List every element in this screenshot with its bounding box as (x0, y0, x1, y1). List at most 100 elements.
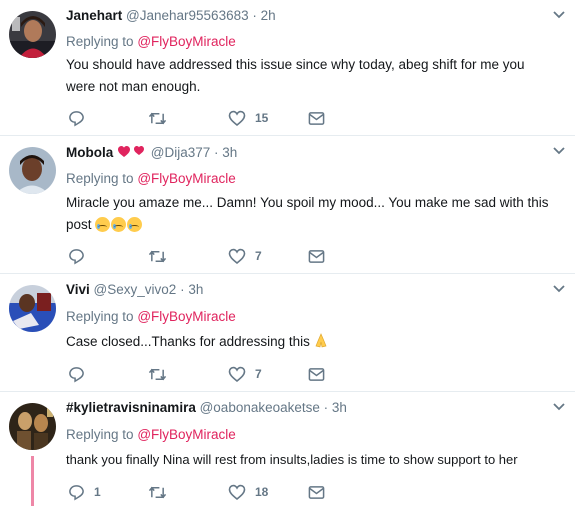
user-handle[interactable]: @Janehar95563683 (126, 8, 249, 23)
separator-dot: · (214, 145, 219, 160)
tweet-actions: 15 (66, 108, 366, 128)
user-handle[interactable]: @Sexy_vivo2 (94, 282, 177, 297)
like-button[interactable]: 7 (228, 364, 262, 384)
chevron-down-icon[interactable] (552, 146, 566, 156)
user-handle[interactable]: @Dija377 (151, 145, 210, 160)
mention-link[interactable]: @FlyBoyMiracle (137, 34, 235, 49)
avatar[interactable] (9, 403, 56, 450)
like-button[interactable]: 18 (228, 482, 268, 502)
avatar[interactable] (9, 11, 56, 58)
chevron-down-icon[interactable] (552, 10, 566, 20)
envelope-icon (308, 111, 325, 125)
like-count: 7 (255, 249, 262, 263)
tweet-header: Vivi @Sexy_vivo2 · 3h (66, 282, 203, 297)
reply-button[interactable] (68, 246, 94, 266)
reply-icon (69, 366, 84, 382)
tweet-text: thank you finally Nina will rest from in… (66, 449, 551, 471)
replying-to-label: Replying to (66, 427, 134, 442)
heart-icon (228, 110, 246, 126)
direct-message-button[interactable] (308, 108, 325, 128)
tweet[interactable]: Janehart @Janehar95563683 · 2h Replying … (0, 0, 575, 136)
mention-link[interactable]: @FlyBoyMiracle (137, 427, 235, 442)
heart-icon (228, 484, 246, 500)
replying-to: Replying to @FlyBoyMiracle (66, 34, 236, 49)
mention-link[interactable]: @FlyBoyMiracle (137, 171, 235, 186)
tweet[interactable]: Mobola @Dija377 · 3h Replying to @FlyBoy… (0, 136, 575, 274)
like-count: 18 (255, 485, 269, 499)
heart-icon (228, 366, 246, 382)
timestamp[interactable]: 3h (222, 145, 237, 160)
tweet-text-line: thank you finally Nina will rest from in… (66, 452, 518, 467)
envelope-icon (308, 485, 325, 499)
tweet-text-line: You should have addressed this issue sin… (66, 57, 525, 72)
tweet-actions: 7 (66, 246, 366, 266)
like-button[interactable]: 15 (228, 108, 268, 128)
avatar[interactable] (9, 147, 56, 194)
tweet-text-line-2: post (66, 214, 551, 236)
heart-icon (228, 248, 246, 264)
tweet-text-line: Miracle you amaze me... Damn! You spoil … (66, 195, 549, 210)
tweet-text-line: were not man enough. (66, 79, 201, 94)
like-button[interactable]: 7 (228, 246, 262, 266)
retweet-icon (148, 112, 167, 124)
display-name[interactable]: Janehart (66, 8, 122, 23)
crying-face-emoji (111, 217, 127, 232)
reply-button[interactable] (68, 108, 94, 128)
retweet-button[interactable] (148, 108, 176, 128)
tweet-text: You should have addressed this issue sin… (66, 54, 551, 98)
retweet-button[interactable] (148, 482, 176, 502)
like-count: 15 (255, 111, 269, 125)
direct-message-button[interactable] (308, 482, 325, 502)
timestamp[interactable]: 2h (261, 8, 276, 23)
reply-feed: Janehart @Janehar95563683 · 2h Replying … (0, 0, 575, 506)
tweet[interactable]: #kylietravisninamira @oabonakeoaketse · … (0, 392, 575, 506)
display-name[interactable]: Vivi (66, 282, 90, 297)
tweet[interactable]: Vivi @Sexy_vivo2 · 3h Replying to @FlyBo… (0, 274, 575, 392)
reply-count: 1 (94, 485, 101, 499)
separator-dot: · (180, 282, 185, 297)
retweet-button[interactable] (148, 364, 176, 384)
chevron-down-icon[interactable] (552, 402, 566, 412)
user-handle[interactable]: @oabonakeoaketse (200, 400, 320, 415)
tweet-actions: 7 (66, 364, 366, 384)
separator-dot: · (323, 400, 329, 415)
timestamp[interactable]: 3h (332, 400, 347, 415)
retweet-button[interactable] (148, 246, 176, 266)
crying-face-emoji (95, 217, 111, 232)
tweet-actions: 1 18 (66, 482, 366, 502)
display-name[interactable]: Mobola (66, 145, 113, 160)
display-name[interactable]: #kylietravisninamira (66, 400, 196, 415)
replying-to: Replying to @FlyBoyMiracle (66, 171, 236, 186)
direct-message-button[interactable] (308, 246, 325, 266)
replying-to-label: Replying to (66, 171, 134, 186)
retweet-icon (148, 486, 167, 498)
direct-message-button[interactable] (308, 364, 325, 384)
tweet-header: #kylietravisninamira @oabonakeoaketse · … (66, 400, 347, 415)
tweet-text: Miracle you amaze me... Damn! You spoil … (66, 192, 551, 236)
reply-icon (69, 248, 84, 264)
reply-button[interactable] (68, 364, 94, 384)
envelope-icon (308, 367, 325, 381)
reply-button[interactable]: 1 (68, 482, 101, 502)
avatar[interactable] (9, 285, 56, 332)
replying-to-label: Replying to (66, 34, 134, 49)
folded-hands-emoji (315, 333, 327, 348)
tweet-text: Case closed...Thanks for addressing this (66, 331, 551, 353)
thread-connector (31, 456, 34, 506)
heart-emoji (118, 146, 145, 157)
tweet-header: Mobola @Dija377 · 3h (66, 144, 237, 160)
chevron-down-icon[interactable] (552, 284, 566, 294)
separator-dot: · (252, 8, 257, 23)
like-count: 7 (255, 367, 262, 381)
retweet-icon (148, 250, 167, 262)
replying-to-label: Replying to (66, 309, 134, 324)
timestamp[interactable]: 3h (188, 282, 203, 297)
mention-link[interactable]: @FlyBoyMiracle (137, 309, 235, 324)
tweet-header: Janehart @Janehar95563683 · 2h (66, 8, 276, 23)
reply-icon (69, 110, 84, 126)
reply-icon (69, 484, 84, 500)
retweet-icon (148, 368, 167, 380)
tweet-text-line: post (66, 217, 92, 232)
replying-to: Replying to @FlyBoyMiracle (66, 309, 236, 324)
replying-to: Replying to @FlyBoyMiracle (66, 427, 236, 442)
